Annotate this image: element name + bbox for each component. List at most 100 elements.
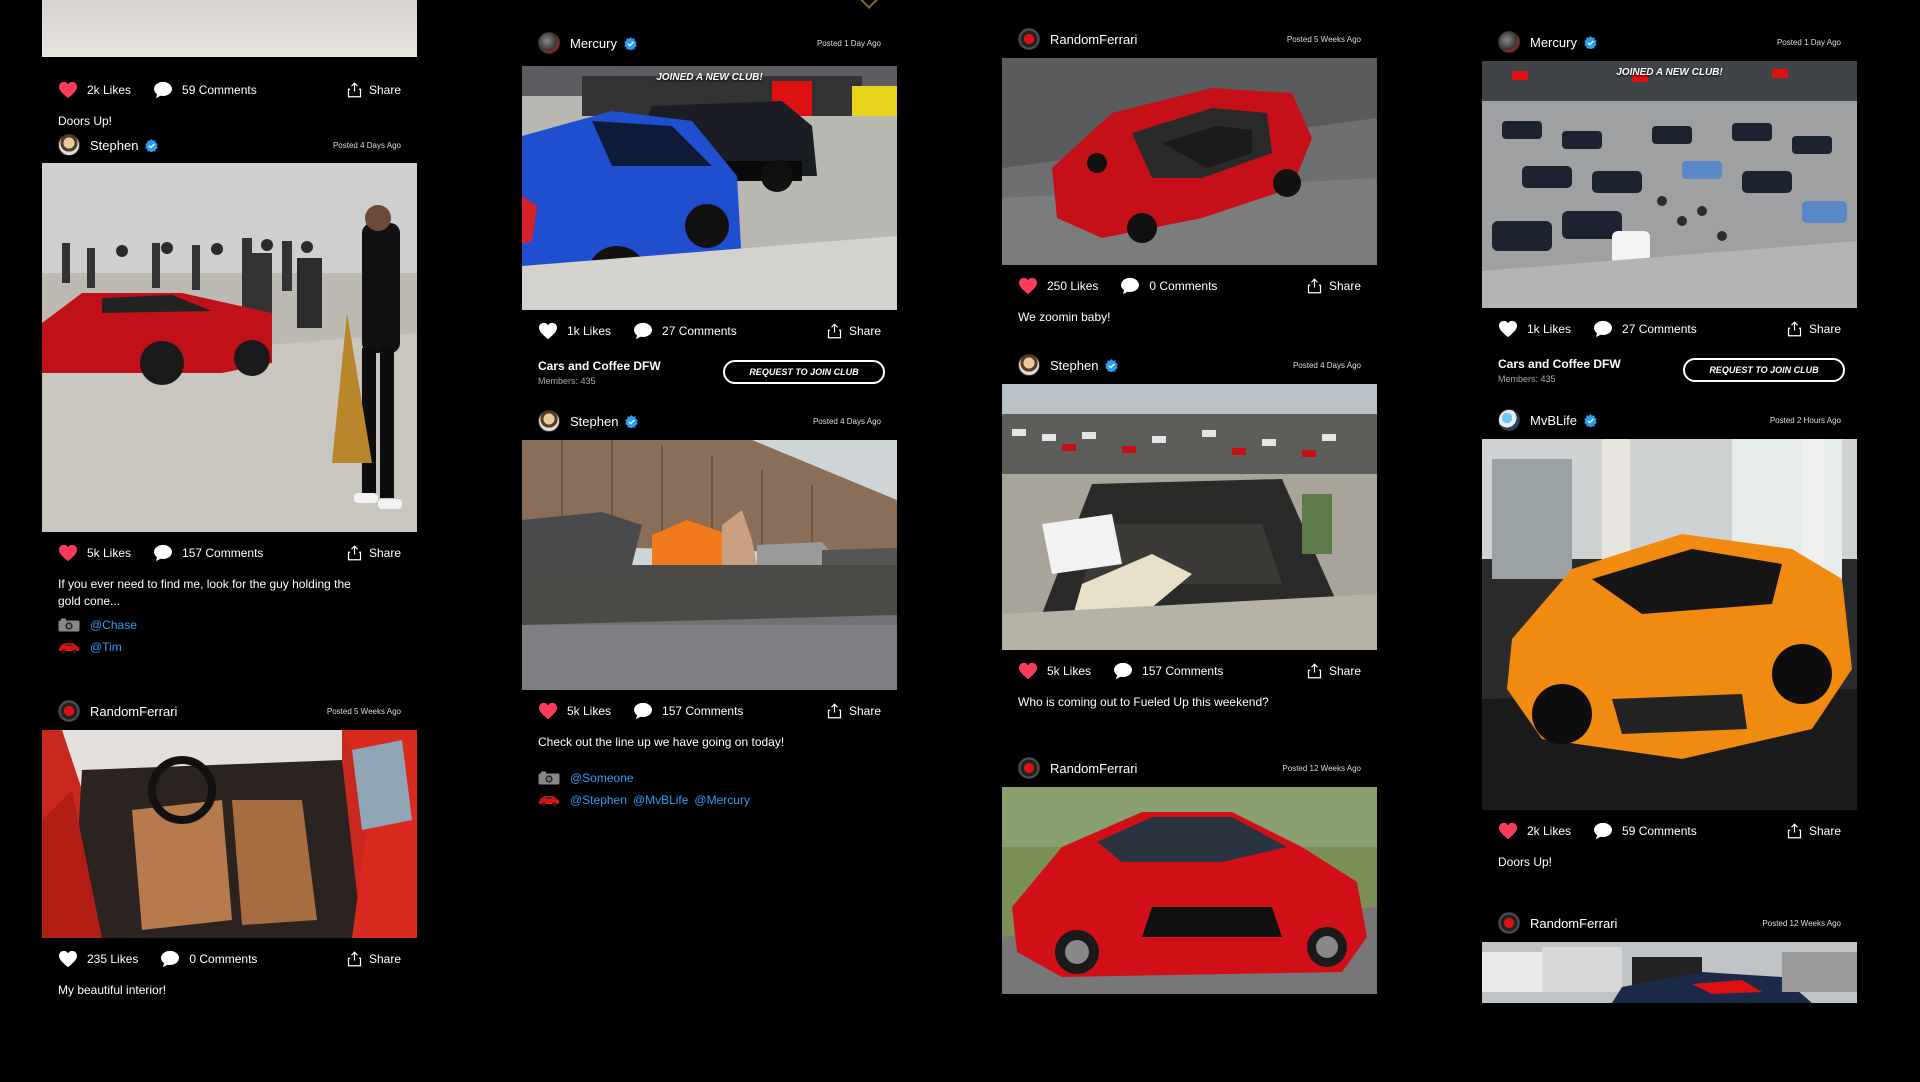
user-name[interactable]: RandomFerrari xyxy=(1530,916,1617,931)
comment-icon xyxy=(633,702,653,720)
post-photo[interactable]: JOINED A NEW CLUB! xyxy=(522,66,897,310)
post-photo[interactable] xyxy=(42,163,417,532)
request-to-join-club-button[interactable]: REQUEST TO JOIN CLUB xyxy=(723,360,885,384)
tag-link[interactable]: @Chase xyxy=(90,618,137,632)
user-name[interactable]: MvBLife xyxy=(1530,413,1577,428)
share-button[interactable]: Share xyxy=(347,82,401,98)
post-photo[interactable] xyxy=(42,730,417,938)
post-header: Stephen Posted 4 Days Ago xyxy=(42,130,417,160)
lineup-photo-image xyxy=(522,440,897,690)
comments-button[interactable]: 59 Comments xyxy=(1593,822,1697,840)
user-name[interactable]: Stephen xyxy=(1050,358,1098,373)
comments-button[interactable]: 157 Comments xyxy=(1113,662,1223,680)
share-button[interactable]: Share xyxy=(347,951,401,967)
chevron-down-icon[interactable] xyxy=(859,0,879,9)
posted-time: Posted 1 Day Ago xyxy=(1776,37,1841,47)
photo-tags-row: @Chase xyxy=(42,614,417,636)
request-to-join-club-button[interactable]: REQUEST TO JOIN CLUB xyxy=(1683,358,1845,382)
photo-tags-row: @Someone xyxy=(522,767,897,789)
post-caption: Check out the line up we have going on t… xyxy=(538,735,785,749)
user-name[interactable]: RandomFerrari xyxy=(90,704,177,719)
post-actions: 1k Likes 27 Comments Share xyxy=(522,310,897,352)
club-info[interactable]: Cars and Coffee DFW Members: 435 xyxy=(1498,357,1621,384)
post-card: RandomFerrari Posted 5 Weeks Ago 250 Lik… xyxy=(1002,24,1377,326)
comments-button[interactable]: 157 Comments xyxy=(153,544,263,562)
likes-count: 5k Likes xyxy=(1047,664,1092,678)
like-button[interactable]: 5k Likes xyxy=(1018,662,1091,680)
likes-count: 2k Likes xyxy=(1527,824,1572,838)
cone-photo-image xyxy=(42,163,417,532)
comments-button[interactable]: 0 Comments xyxy=(160,950,257,968)
posted-time: Posted 5 Weeks Ago xyxy=(326,706,401,716)
user-name[interactable]: RandomFerrari xyxy=(1050,761,1137,776)
post-photo[interactable] xyxy=(1002,58,1377,265)
avatar[interactable] xyxy=(1498,31,1520,53)
verified-badge-icon xyxy=(625,415,638,428)
like-button[interactable]: 1k Likes xyxy=(538,322,611,340)
comment-icon xyxy=(1593,320,1613,338)
tag-link[interactable]: @Stephen xyxy=(570,793,627,807)
post-actions: 2k Likes 59 Comments Share xyxy=(42,69,417,111)
user-name[interactable]: Mercury xyxy=(1530,35,1577,50)
post-photo[interactable]: JOINED A NEW CLUB! xyxy=(1482,61,1857,308)
post-photo[interactable] xyxy=(1482,439,1857,810)
comments-button[interactable]: 59 Comments xyxy=(153,81,257,99)
avatar[interactable] xyxy=(1018,757,1040,779)
tag-link[interactable]: @Someone xyxy=(570,771,634,785)
like-button[interactable]: 5k Likes xyxy=(538,702,611,720)
likes-count: 2k Likes xyxy=(87,83,132,97)
club-joined-overlay: JOINED A NEW CLUB! xyxy=(656,72,763,83)
comments-button[interactable]: 0 Comments xyxy=(1120,277,1217,295)
post-card: Stephen Posted 4 Days Ago 5k Likes 157 C… xyxy=(42,130,417,658)
club-info[interactable]: Cars and Coffee DFW Members: 435 xyxy=(538,359,661,386)
post-photo[interactable] xyxy=(1002,384,1377,650)
avatar[interactable] xyxy=(1018,354,1040,376)
tag-link[interactable]: @MvBLife xyxy=(633,793,689,807)
comments-button[interactable]: 27 Comments xyxy=(633,322,737,340)
like-button[interactable]: 250 Likes xyxy=(1018,277,1098,295)
avatar[interactable] xyxy=(1498,409,1520,431)
share-label: Share xyxy=(1328,664,1361,678)
post-photo[interactable] xyxy=(1482,942,1857,1003)
share-button[interactable]: Share xyxy=(1307,278,1361,294)
comments-button[interactable]: 27 Comments xyxy=(1593,320,1697,338)
user-name[interactable]: Stephen xyxy=(570,414,618,429)
comment-icon xyxy=(1593,822,1613,840)
comments-count: 59 Comments xyxy=(182,83,257,97)
like-button[interactable]: 2k Likes xyxy=(58,81,131,99)
share-button[interactable]: Share xyxy=(827,703,881,719)
likes-count: 250 Likes xyxy=(1047,279,1099,293)
car-tags-row: @Tim xyxy=(42,636,417,658)
camera-icon xyxy=(538,771,560,785)
share-button[interactable]: Share xyxy=(1787,823,1841,839)
tag-link[interactable]: @Tim xyxy=(90,640,122,654)
share-button[interactable]: Share xyxy=(347,545,401,561)
user-name[interactable]: Mercury xyxy=(570,36,617,51)
share-icon xyxy=(1307,278,1322,294)
share-button[interactable]: Share xyxy=(1787,321,1841,337)
avatar[interactable] xyxy=(58,700,80,722)
club-name: Cars and Coffee DFW xyxy=(1498,356,1621,371)
comments-count: 0 Comments xyxy=(1149,279,1218,293)
avatar[interactable] xyxy=(538,410,560,432)
avatar[interactable] xyxy=(1498,912,1520,934)
comments-button[interactable]: 157 Comments xyxy=(633,702,743,720)
like-button[interactable]: 1k Likes xyxy=(1498,320,1571,338)
post-header: Stephen Posted 4 Days Ago xyxy=(1002,350,1377,380)
post-photo[interactable] xyxy=(522,440,897,690)
like-button[interactable]: 235 Likes xyxy=(58,950,138,968)
like-button[interactable]: 5k Likes xyxy=(58,544,131,562)
avatar[interactable] xyxy=(538,32,560,54)
share-button[interactable]: Share xyxy=(827,323,881,339)
share-button[interactable]: Share xyxy=(1307,663,1361,679)
user-name[interactable]: Stephen xyxy=(90,138,138,153)
comment-icon xyxy=(1113,662,1133,680)
avatar[interactable] xyxy=(58,134,80,156)
post-photo[interactable] xyxy=(42,0,417,57)
avatar[interactable] xyxy=(1018,28,1040,50)
like-button[interactable]: 2k Likes xyxy=(1498,822,1571,840)
post-photo[interactable] xyxy=(1002,787,1377,994)
user-name[interactable]: RandomFerrari xyxy=(1050,32,1137,47)
tag-link[interactable]: @Mercury xyxy=(694,793,750,807)
club-blue-car-photo xyxy=(522,66,897,310)
